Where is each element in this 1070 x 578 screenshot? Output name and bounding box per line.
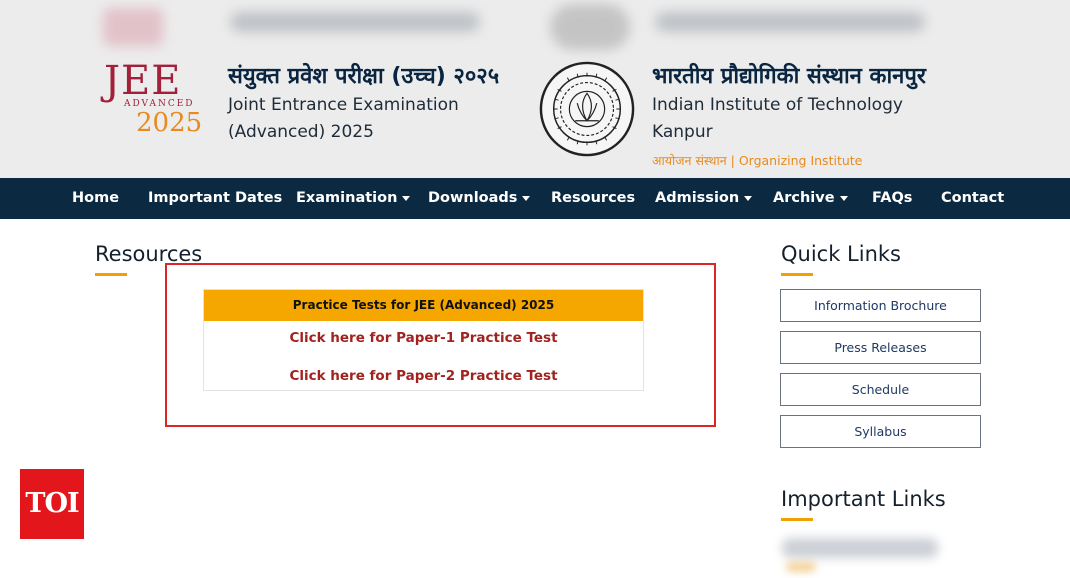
nav-item-important-dates[interactable]: Important Dates (148, 190, 282, 206)
exam-title-english-line2: (Advanced) 2025 (228, 122, 374, 142)
title-underline (95, 273, 127, 276)
nav-item-admission[interactable]: Admission (655, 190, 753, 206)
nav-item-examination[interactable]: Examination (296, 190, 411, 206)
site-header: JEE ADVANCED 2025 संयुक्त प्रवेश परीक्षा… (0, 0, 1070, 178)
jee-logo[interactable]: JEE ADVANCED 2025 (100, 58, 210, 148)
important-links-title: Important Links (781, 487, 946, 511)
quick-links-underline (781, 273, 813, 276)
quick-links-title: Quick Links (781, 242, 902, 266)
chevron-down-icon (839, 195, 848, 201)
organizing-institute-label: आयोजन संस्थान | Organizing Institute (652, 153, 863, 168)
exam-title-hindi: संयुक्त प्रवेश परीक्षा (उच्च) २०२५ (228, 64, 500, 89)
chevron-down-icon (744, 195, 753, 201)
practice-tests-heading: Practice Tests for JEE (Advanced) 2025 (204, 290, 643, 321)
paper-2-practice-test-link[interactable]: Click here for Paper-2 Practice Test (204, 368, 643, 384)
quick-link-press-releases[interactable]: Press Releases (780, 331, 981, 364)
quick-link-schedule[interactable]: Schedule (780, 373, 981, 406)
chevron-down-icon (402, 195, 411, 201)
iit-kanpur-seal-icon[interactable] (538, 60, 636, 158)
nav-item-home[interactable]: Home (72, 190, 119, 206)
chevron-down-icon (522, 195, 531, 201)
jee-logo-word: JEE (104, 58, 182, 104)
institute-name-english-line2: Kanpur (652, 122, 713, 142)
nav-item-contact[interactable]: Contact (941, 190, 1004, 206)
institute-name-english-line1: Indian Institute of Technology (652, 95, 903, 115)
quick-link-syllabus[interactable]: Syllabus (780, 415, 981, 448)
quick-link-information-brochure[interactable]: Information Brochure (780, 289, 981, 322)
practice-tests-card: Practice Tests for JEE (Advanced) 2025 C… (203, 289, 644, 391)
jee-logo-year: 2025 (136, 108, 203, 138)
main-navbar: Home Important Dates Examination Downloa… (0, 178, 1070, 219)
blurred-important-link-accent (786, 562, 816, 572)
exam-title-english-line1: Joint Entrance Examination (228, 95, 459, 115)
institute-name-hindi: भारतीय प्रौद्योगिकी संस्थान कानपुर (652, 64, 926, 89)
nav-item-faqs[interactable]: FAQs (872, 190, 912, 206)
nav-item-resources[interactable]: Resources (551, 190, 635, 206)
important-links-underline (781, 518, 813, 521)
page: JEE ADVANCED 2025 संयुक्त प्रवेश परीक्षा… (0, 0, 1070, 578)
nav-item-downloads[interactable]: Downloads (428, 190, 531, 206)
nav-item-archive[interactable]: Archive (773, 190, 848, 206)
blurred-top-banner (95, 0, 935, 52)
paper-1-practice-test-link[interactable]: Click here for Paper-1 Practice Test (204, 330, 643, 346)
blurred-important-link[interactable] (782, 538, 938, 558)
toi-watermark-logo: TOI (20, 469, 84, 539)
